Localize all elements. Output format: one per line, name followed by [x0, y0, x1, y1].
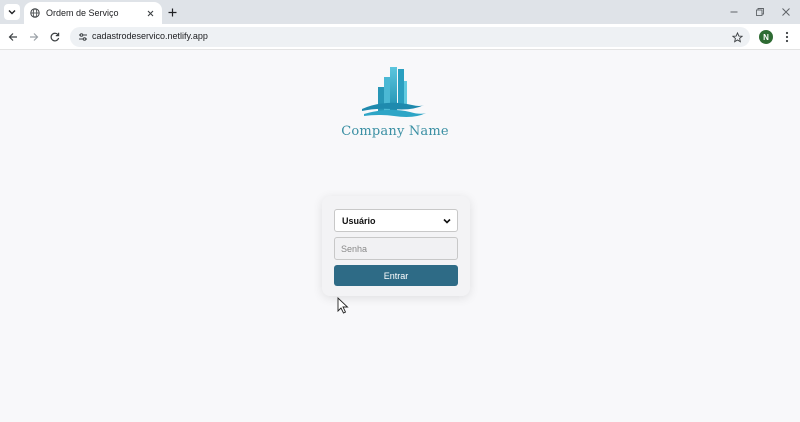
tune-icon	[79, 33, 87, 41]
minimize-icon	[730, 11, 738, 13]
url-text: cadastrodeservico.netlify.app	[92, 31, 208, 41]
user-select[interactable]: Usuário	[334, 209, 458, 232]
mouse-cursor-icon	[337, 297, 349, 314]
tab-search-button[interactable]	[4, 4, 20, 20]
reload-button[interactable]	[47, 29, 63, 45]
tab-title: Ordem de Serviço	[46, 8, 119, 18]
browser-menu-button[interactable]	[780, 30, 794, 44]
restore-button[interactable]	[752, 4, 768, 20]
star-icon	[731, 31, 743, 43]
page-content: Company Name Usuário Entrar	[0, 51, 800, 422]
login-button[interactable]: Entrar	[334, 265, 458, 286]
browser-tabstrip: Ordem de Serviço	[0, 0, 800, 24]
chevron-down-icon	[8, 10, 16, 15]
company-name: Company Name	[341, 124, 449, 139]
login-form: Usuário Entrar	[322, 196, 470, 296]
site-settings-button[interactable]	[76, 30, 90, 44]
tab-close-button[interactable]	[144, 7, 156, 19]
close-icon	[782, 8, 790, 16]
new-tab-button[interactable]	[164, 4, 180, 20]
chevron-down-icon	[443, 218, 451, 224]
forward-button[interactable]	[26, 29, 42, 45]
close-icon	[147, 10, 153, 16]
window-close-button[interactable]	[778, 4, 794, 20]
address-bar[interactable]: cadastrodeservico.netlify.app	[70, 27, 750, 47]
back-arrow-icon	[8, 33, 17, 41]
user-select-value: Usuário	[342, 215, 376, 226]
globe-icon	[30, 8, 40, 18]
browser-toolbar: cadastrodeservico.netlify.app	[0, 24, 800, 50]
browser-tab[interactable]: Ordem de Serviço	[24, 2, 162, 24]
plus-icon	[168, 8, 176, 16]
restore-icon	[756, 8, 764, 16]
bookmark-button[interactable]	[730, 30, 744, 44]
back-button[interactable]	[5, 29, 21, 45]
forward-arrow-icon	[30, 33, 39, 41]
reload-icon	[50, 32, 60, 42]
profile-avatar[interactable]: N	[759, 30, 773, 44]
kebab-menu-icon	[785, 31, 789, 43]
minimize-button[interactable]	[726, 4, 742, 20]
password-field[interactable]	[334, 237, 458, 260]
company-logo	[362, 67, 426, 117]
